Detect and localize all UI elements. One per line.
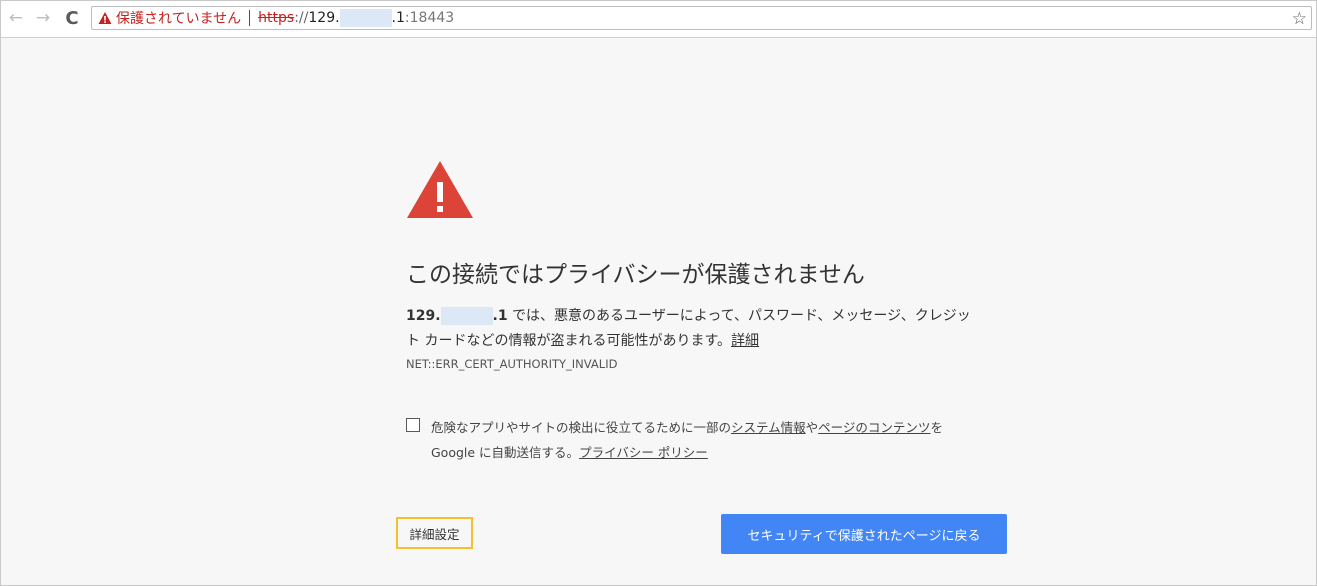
warning-triangle-icon[interactable] (98, 11, 112, 25)
description-line-2: ト カードなどの情報が盗まれる可能性があります。詳細 (406, 329, 1006, 354)
redacted-block (440, 307, 493, 325)
host-prefix: 129. (406, 308, 441, 324)
forward-arrow-icon[interactable]: → (32, 7, 54, 29)
not-secure-label[interactable]: 保護されていません (116, 8, 241, 28)
safe-browsing-text: 危険なアプリやサイトの検出に役立てるために一部のシステム情報やページのコンテンツ… (431, 415, 943, 465)
warning-triangle-icon (407, 161, 473, 218)
details-link[interactable]: 詳細 (731, 333, 759, 349)
back-to-safety-button[interactable]: セキュリティで保護されたページに戻る (721, 514, 1007, 554)
page-title: この接続ではプライバシーが保護されません (406, 262, 865, 288)
safe-browsing-text-3: を (930, 420, 943, 435)
url-host-prefix: 129. (308, 10, 340, 26)
safe-browsing-text-1: 危険なアプリやサイトの検出に役立てるために一部の (431, 420, 732, 435)
description-text-2: ト カードなどの情報が盗まれる可能性があります。 (406, 333, 732, 349)
privacy-policy-link[interactable]: プライバシー ポリシー (579, 445, 708, 460)
description-line-1: 129. .1 では、悪意のあるユーザーによって、パスワード、メッセージ、クレジッ (406, 304, 1006, 329)
url-separator: :// (294, 10, 309, 26)
advanced-button[interactable]: 詳細設定 (396, 517, 473, 549)
error-code: NET::ERR_CERT_AUTHORITY_INVALID (406, 357, 618, 371)
url-port: :18443 (404, 10, 455, 26)
host-suffix: .1 (492, 308, 508, 324)
system-info-link[interactable]: システム情報 (731, 420, 806, 435)
safe-browsing-line-1: 危険なアプリやサイトの検出に役立てるために一部のシステム情報やページのコンテンツ… (431, 415, 943, 440)
redacted-block (339, 9, 392, 27)
back-arrow-icon[interactable]: ← (5, 7, 27, 29)
safe-browsing-line-2: Google に自動送信する。プライバシー ポリシー (431, 440, 943, 465)
url-scheme: https (258, 10, 295, 26)
star-icon[interactable]: ☆ (1292, 9, 1307, 29)
reload-icon[interactable]: C (61, 7, 83, 29)
safe-browsing-checkbox[interactable] (406, 418, 420, 432)
browser-toolbar: ← → C 保護されていません https://129. .1:18443 ☆ (1, 1, 1316, 38)
omnibox-separator (249, 10, 251, 26)
safe-browsing-text-2: や (805, 420, 819, 435)
page-content-link[interactable]: ページのコンテンツ (818, 420, 930, 435)
url-host-suffix: .1 (391, 10, 405, 26)
address-bar[interactable]: 保護されていません https://129. .1:18443 ☆ (91, 6, 1312, 30)
error-description: 129. .1 では、悪意のあるユーザーによって、パスワード、メッセージ、クレジッ… (406, 304, 1006, 354)
description-text-1: では、悪意のあるユーザーによって、パスワード、メッセージ、クレジッ (507, 308, 971, 324)
safe-browsing-text-4: Google に自動送信する。 (431, 445, 580, 460)
